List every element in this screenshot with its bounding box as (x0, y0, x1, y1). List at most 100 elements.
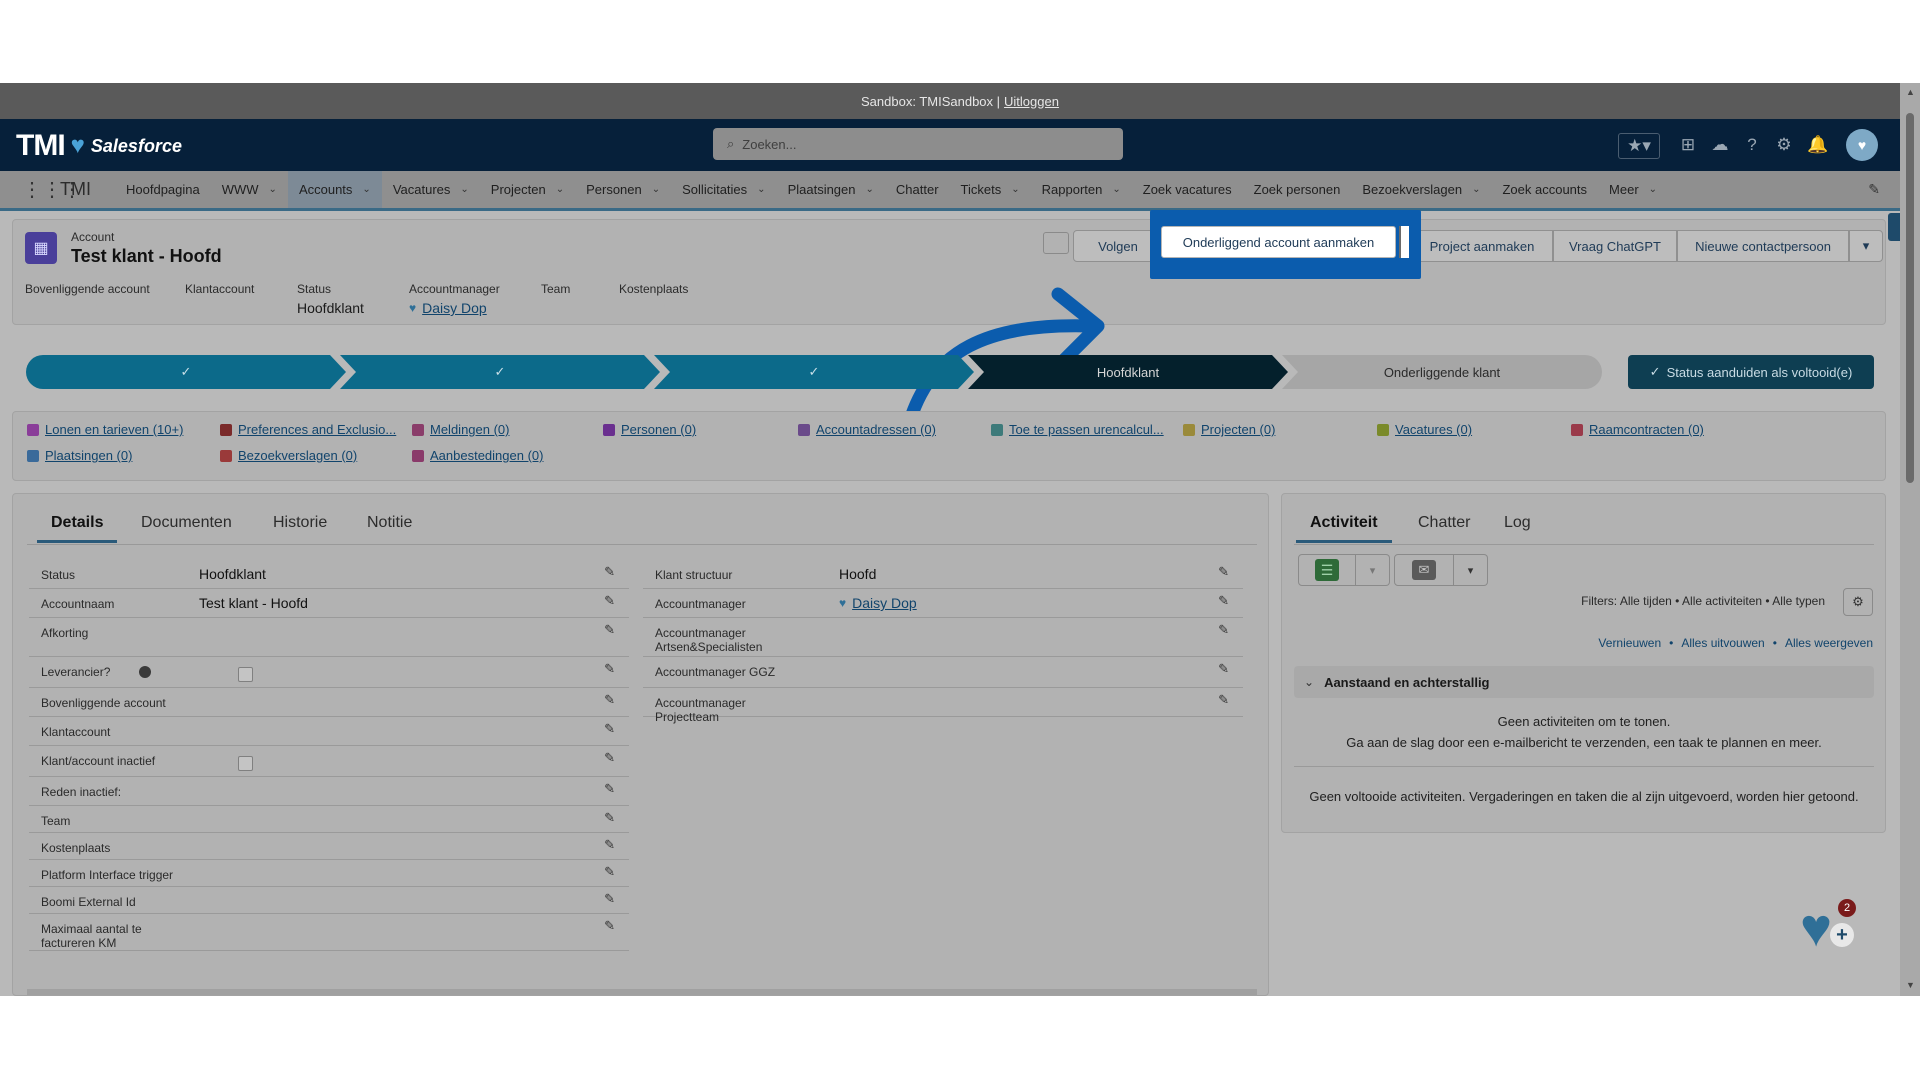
edit-pencil-icon[interactable]: ✎ (604, 622, 615, 638)
more-actions-button[interactable]: ▾ (1849, 230, 1883, 262)
logout-link[interactable]: Uitloggen (1004, 94, 1059, 109)
global-search-input[interactable]: ⌕ Zoeken... (713, 128, 1123, 160)
email-dropdown-button[interactable]: ▾ (1454, 554, 1488, 586)
nav-item-sollicitaties[interactable]: Sollicitaties ⌄ (671, 171, 776, 208)
nav-item-hoofdpagina[interactable]: Hoofdpagina (115, 171, 211, 208)
edit-pencil-icon[interactable]: ✎ (604, 781, 615, 797)
setup-gear-icon[interactable]: ⚙ (1772, 133, 1796, 157)
related-link-label[interactable]: Accountadressen (0) (816, 422, 936, 437)
create-child-account-button[interactable]: Onderliggend account aanmaken (1161, 226, 1396, 258)
expand-all-link[interactable]: Alles uitvouwen (1681, 636, 1764, 650)
related-link[interactable]: Projecten (0) (1183, 422, 1275, 437)
utility-tab[interactable] (1888, 213, 1900, 241)
refresh-link[interactable]: Vernieuwen (1598, 636, 1661, 650)
path-step-done-2[interactable]: ✓ (340, 355, 660, 389)
related-link[interactable]: Plaatsingen (0) (27, 448, 132, 463)
path-step-done-1[interactable]: ✓ (26, 355, 346, 389)
edit-pencil-icon[interactable]: ✎ (604, 564, 615, 580)
related-link[interactable]: Raamcontracten (0) (1571, 422, 1704, 437)
related-link[interactable]: Preferences and Exclusio... (220, 422, 396, 437)
filter-settings-gear-icon[interactable]: ⚙ (1843, 588, 1873, 616)
highlight-value[interactable]: ♥ Daisy Dop (409, 300, 500, 316)
chevron-down-icon[interactable]: ⌄ (556, 184, 564, 195)
trailhead-icon[interactable]: ☁ (1708, 133, 1732, 157)
edit-pencil-icon[interactable]: ✎ (604, 721, 615, 737)
chevron-down-icon[interactable]: ⌄ (1472, 184, 1480, 195)
path-step-done-3[interactable]: ✓ (654, 355, 974, 389)
chevron-down-icon[interactable]: ⌄ (757, 184, 765, 195)
edit-nav-pencil-icon[interactable]: ✎ (1868, 181, 1880, 198)
edit-pencil-icon[interactable]: ✎ (604, 810, 615, 826)
related-link-label[interactable]: Meldingen (0) (430, 422, 510, 437)
notifications-bell-icon[interactable]: 🔔 (1806, 133, 1830, 157)
upcoming-overdue-section[interactable]: ⌄ Aanstaand en achterstallig (1294, 666, 1874, 698)
nav-item-personen[interactable]: Personen ⌄ (575, 171, 671, 208)
nav-item-plaatsingen[interactable]: Plaatsingen ⌄ (777, 171, 885, 208)
chevron-down-icon[interactable]: ⌄ (362, 184, 370, 195)
nav-item-vacatures[interactable]: Vacatures ⌄ (382, 171, 480, 208)
edit-pencil-icon[interactable]: ✎ (1218, 661, 1229, 677)
related-link[interactable]: Lonen en tarieven (10+) (27, 422, 183, 437)
chevron-down-icon[interactable]: ⌄ (652, 184, 660, 195)
related-link-label[interactable]: Raamcontracten (0) (1589, 422, 1704, 437)
task-dropdown-button[interactable]: ▾ (1356, 554, 1390, 586)
new-task-button[interactable]: ☰ (1298, 554, 1356, 586)
tab-notitie[interactable]: Notitie (367, 514, 412, 532)
related-link[interactable]: Vacatures (0) (1377, 422, 1472, 437)
tab-activiteit[interactable]: Activiteit (1310, 514, 1378, 532)
nav-item-zoek-personen[interactable]: Zoek personen (1243, 171, 1352, 208)
chevron-down-icon[interactable]: ⌄ (460, 184, 468, 195)
chevron-down-icon[interactable]: ⌄ (1112, 184, 1120, 195)
accountmanager-link[interactable]: Daisy Dop (422, 300, 487, 316)
tmi-salesforce-logo[interactable]: TMI ♥ Salesforce (16, 129, 182, 163)
related-link[interactable]: Personen (0) (603, 422, 696, 437)
mark-status-complete-button[interactable]: ✓ Status aanduiden als voltooid(e) (1628, 355, 1874, 389)
edit-pencil-icon[interactable]: ✎ (604, 661, 615, 677)
chevron-down-icon[interactable]: ⌄ (1011, 184, 1019, 195)
nav-item-projecten[interactable]: Projecten ⌄ (480, 171, 575, 208)
nav-item-zoek-accounts[interactable]: Zoek accounts (1491, 171, 1598, 208)
help-icon[interactable]: ? (1740, 133, 1764, 157)
related-link[interactable]: Meldingen (0) (412, 422, 510, 437)
related-link-label[interactable]: Aanbestedingen (0) (430, 448, 543, 463)
related-link[interactable]: Aanbestedingen (0) (412, 448, 543, 463)
related-link-label[interactable]: Toe te passen urencalcul... (1009, 422, 1164, 437)
add-icon[interactable]: ⊞ (1676, 133, 1700, 157)
edit-pencil-icon[interactable]: ✎ (1218, 564, 1229, 580)
tab-documenten[interactable]: Documenten (141, 514, 232, 532)
edit-pencil-icon[interactable]: ✎ (1218, 692, 1229, 708)
tab-log[interactable]: Log (1504, 514, 1531, 532)
path-step-current[interactable]: Hoofdklant (968, 355, 1288, 389)
edit-pencil-icon[interactable]: ✎ (604, 864, 615, 880)
edit-pencil-icon[interactable]: ✎ (604, 692, 615, 708)
scroll-down-icon[interactable]: ▼ (1906, 980, 1915, 990)
edit-pencil-icon[interactable]: ✎ (604, 593, 615, 609)
create-project-button[interactable]: Project aanmaken (1411, 230, 1553, 262)
tab-chatter[interactable]: Chatter (1418, 514, 1470, 532)
edit-pencil-icon[interactable]: ✎ (604, 837, 615, 853)
related-link-label[interactable]: Preferences and Exclusio... (238, 422, 396, 437)
related-link-label[interactable]: Bezoekverslagen (0) (238, 448, 357, 463)
related-link-label[interactable]: Vacatures (0) (1395, 422, 1472, 437)
tab-details[interactable]: Details (51, 514, 103, 532)
nav-item-accounts[interactable]: Accounts ⌄ (287, 171, 382, 208)
scroll-up-icon[interactable]: ▲ (1906, 87, 1915, 97)
new-email-button[interactable]: ✉ (1394, 554, 1454, 586)
chevron-down-icon[interactable]: ⌄ (269, 184, 277, 195)
edit-pencil-icon[interactable]: ✎ (604, 918, 615, 934)
favorites-star-icon[interactable]: ★▾ (1618, 133, 1660, 159)
view-all-link[interactable]: Alles weergeven (1785, 636, 1873, 650)
field-value[interactable]: ♥ Daisy Dop (839, 595, 917, 611)
chevron-down-icon[interactable]: ⌄ (1649, 184, 1657, 195)
user-avatar[interactable]: ♥ (1846, 129, 1878, 161)
edit-pencil-icon[interactable]: ✎ (604, 891, 615, 907)
nav-item-meer[interactable]: Meer ⌄ (1598, 171, 1668, 208)
edit-pencil-icon[interactable]: ✎ (1218, 593, 1229, 609)
accountmanager-link[interactable]: Daisy Dop (852, 595, 917, 611)
edit-pencil-icon[interactable]: ✎ (604, 750, 615, 766)
ask-chatgpt-button[interactable]: Vraag ChatGPT (1553, 230, 1677, 262)
chevron-down-icon[interactable]: ⌄ (866, 184, 874, 195)
related-link-label[interactable]: Projecten (0) (1201, 422, 1275, 437)
floating-help-button[interactable]: ♥ + 2 (1800, 899, 1856, 957)
scrollbar-thumb[interactable] (1906, 113, 1914, 483)
